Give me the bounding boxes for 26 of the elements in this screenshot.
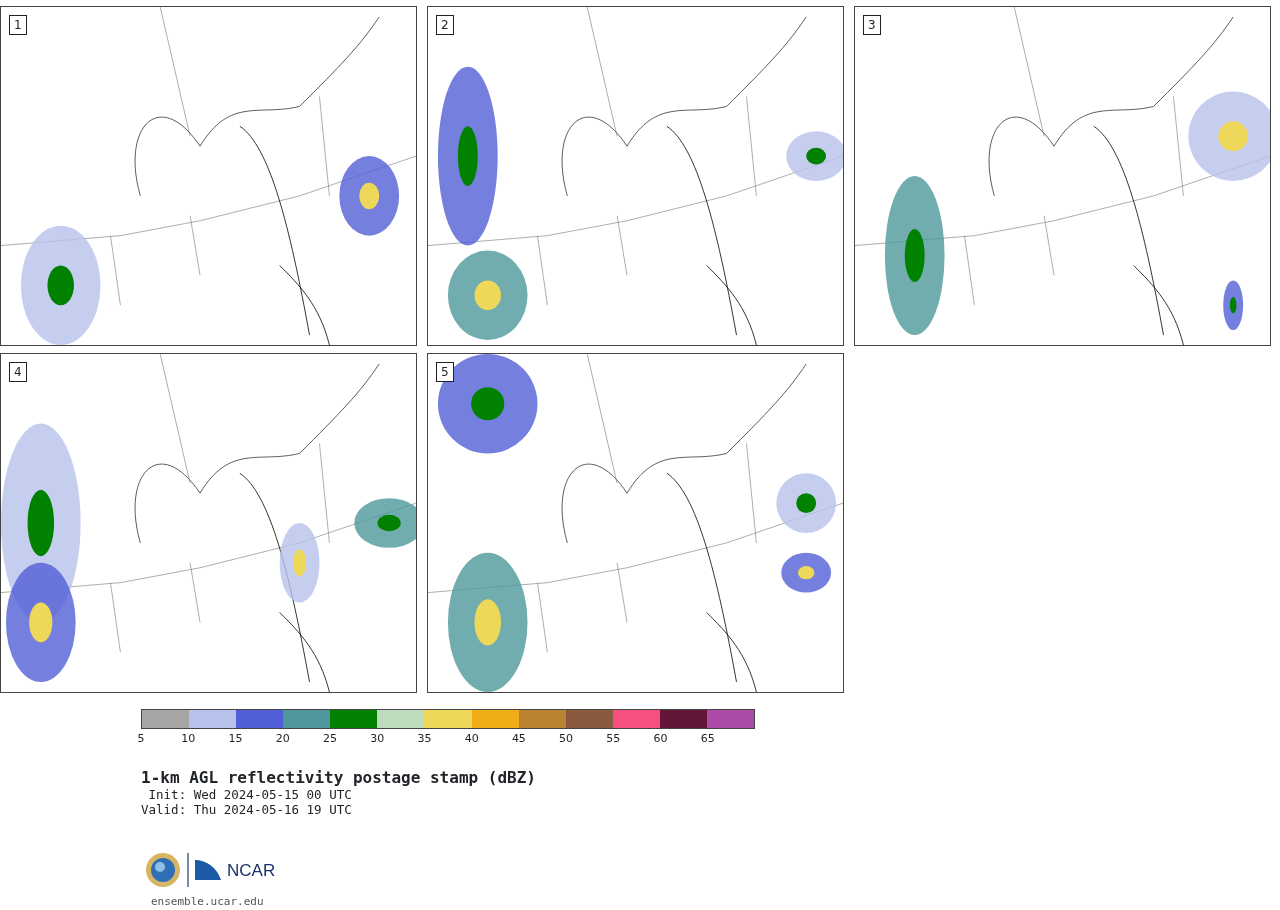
panel-number: 2 (436, 15, 454, 35)
tick-label: 35 (417, 731, 432, 747)
init-time: Init: Wed 2024-05-15 00 UTC (147, 787, 353, 802)
seal-icon (145, 852, 181, 888)
tick-label: 15 (228, 731, 243, 747)
tick-label: 20 (275, 731, 290, 747)
panel-number: 1 (9, 15, 27, 35)
panel-number: 4 (9, 362, 27, 382)
arc-icon (195, 860, 221, 880)
divider-line (187, 853, 189, 887)
tick-label: 5 (137, 731, 145, 747)
site-url: ensemble.ucar.edu (151, 894, 265, 910)
tick-label: 10 (181, 731, 196, 747)
tick-label: 50 (559, 731, 574, 747)
tick-label: 55 (606, 731, 621, 747)
tick-label: 40 (464, 731, 479, 747)
logo-text: NCAR (227, 861, 276, 879)
panel-number: 5 (436, 362, 454, 382)
tick-label: 30 (370, 731, 385, 747)
valid-time: Valid: Thu 2024-05-16 19 UTC (141, 802, 353, 817)
tick-label: 45 (511, 731, 526, 747)
tick-label: 65 (700, 731, 715, 747)
tick-label: 60 (653, 731, 668, 747)
chart-title: 1-km AGL reflectivity postage stamp (dBZ) (141, 769, 537, 787)
panel-number: 3 (863, 15, 881, 35)
tick-label: 25 (322, 731, 337, 747)
